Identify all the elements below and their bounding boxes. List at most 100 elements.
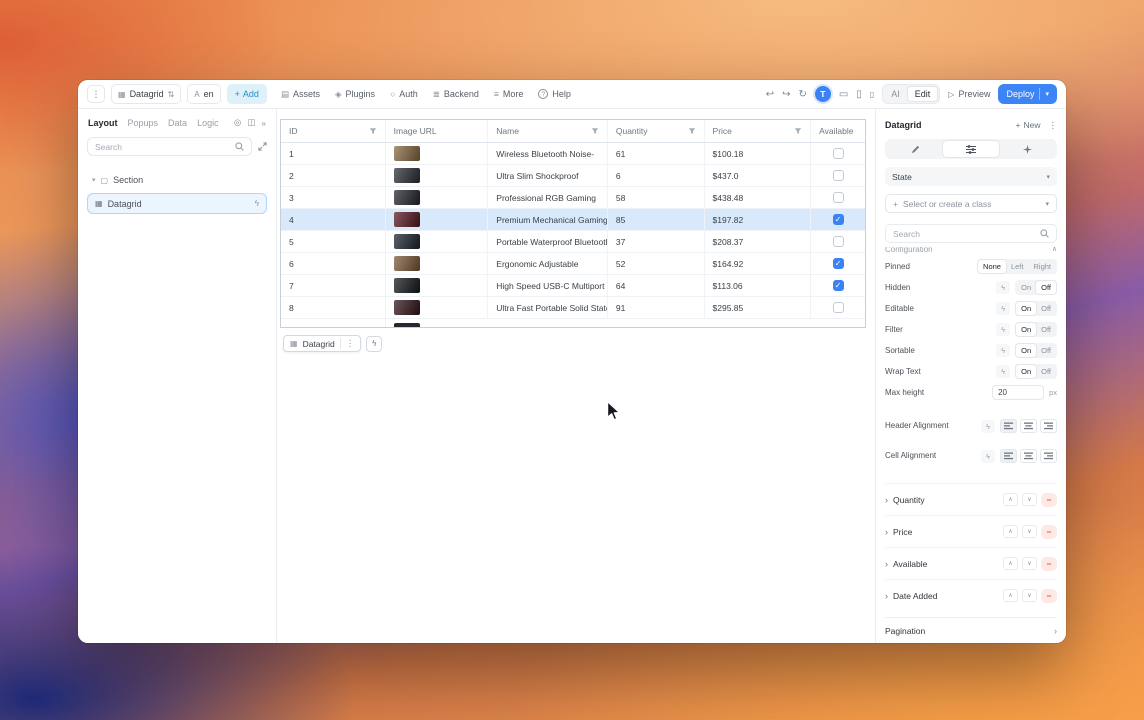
bind-icon[interactable]: ϟ [981,419,995,433]
main-menu-button[interactable]: ⋮ [87,85,105,103]
inspector-search[interactable] [885,224,1057,243]
language-selector[interactable]: A en [187,84,221,104]
move-down-button[interactable]: ∨ [1022,589,1037,602]
filter-icon[interactable] [794,127,802,135]
class-selector[interactable]: + Select or create a class ▾ [885,194,1057,213]
move-up-button[interactable]: ∧ [1003,557,1018,570]
align-left-button[interactable] [1000,449,1017,463]
sidebar-search-input[interactable] [95,141,231,152]
filter-on-button[interactable]: On [1016,323,1037,336]
filter-off-button[interactable]: Off [1036,323,1056,336]
canvas[interactable]: ID Image URL Name Quantity Price Available 1 W… [277,109,875,643]
sidebar-search[interactable] [87,137,252,156]
menu-backend[interactable]: ≣ Backend [433,89,479,100]
menu-plugins[interactable]: ◈ Plugins [335,89,375,100]
menu-auth[interactable]: ○ Auth [390,89,418,99]
move-down-button[interactable]: ∨ [1022,493,1037,506]
tab-edit[interactable] [887,141,943,157]
column-header-quantity[interactable]: Quantity [606,120,704,142]
refresh-icon[interactable]: ↻ [799,89,807,100]
tab-style[interactable] [999,141,1055,157]
availability-checkbox[interactable] [832,148,844,159]
desktop-device-icon[interactable]: ▭ [839,89,848,100]
ai-mode-button[interactable]: AI [884,86,907,102]
edit-mode-button[interactable]: Edit [906,86,939,102]
availability-checkbox[interactable]: ✓ [832,280,844,291]
move-down-button[interactable]: ∨ [1022,525,1037,538]
remove-column-button[interactable]: − [1041,588,1057,603]
column-section-quantity[interactable]: › Quantity ∧ ∨ − [885,483,1057,515]
deploy-button[interactable]: Deploy ▾ [998,84,1057,104]
menu-more[interactable]: ≡ More [494,89,523,99]
grid-row-5[interactable]: 5 Portable Waterproof Bluetooth 37 $208.37 [281,231,865,253]
column-section-price[interactable]: › Price ∧ ∨ − [885,515,1057,547]
pinned-option-right[interactable]: Right [1028,260,1056,273]
move-up-button[interactable]: ∧ [1003,525,1018,538]
move-down-button[interactable]: ∨ [1022,557,1037,570]
max-height-input[interactable] [992,385,1045,400]
collapse-sidebar-icon[interactable]: » [261,118,266,128]
configuration-section-header[interactable]: Configuration ∧ [885,247,1057,256]
editable-off-button[interactable]: Off [1036,302,1056,315]
filter-icon[interactable] [369,127,377,135]
sortable-on-button[interactable]: On [1016,344,1037,357]
menu-help[interactable]: ? Help [538,89,571,99]
grid-row-8[interactable]: 8 Ultra Fast Portable Solid State 91 $295.8… [281,297,865,319]
bind-icon[interactable]: ϟ [996,365,1011,378]
add-button[interactable]: + Add [226,84,267,104]
hidden-on-button[interactable]: On [1016,281,1036,294]
availability-checkbox[interactable] [832,302,844,313]
column-section-available[interactable]: › Available ∧ ∨ − [885,547,1057,579]
menu-assets[interactable]: ▤ Assets [281,89,320,100]
selected-element-chip[interactable]: ▦ Datagrid ⋮ [283,335,362,352]
tree-item-section[interactable]: ▾ ▢ Section [87,171,267,189]
move-up-button[interactable]: ∧ [1003,589,1018,602]
sidebar-tab-layout[interactable]: Layout [88,118,118,128]
target-icon[interactable]: ◎ [234,117,241,128]
sidebar-tab-popups[interactable]: Popups [128,118,159,128]
filter-icon[interactable] [688,127,696,135]
tablet-device-icon[interactable]: ▯ [856,89,862,100]
column-header-price[interactable]: Price [703,120,811,142]
align-center-button[interactable] [1020,419,1037,433]
column-header-image-url[interactable]: Image URL [384,120,488,142]
new-button[interactable]: + New [1016,120,1041,130]
expand-icon[interactable] [258,142,267,151]
column-header-id[interactable]: ID [281,120,385,142]
undo-icon[interactable]: ↩ [766,89,774,100]
user-avatar[interactable]: T [814,86,831,102]
element-selector[interactable]: ▦ Datagrid ⇅ [111,84,182,104]
bind-icon[interactable]: ϟ [996,344,1011,357]
redo-icon[interactable]: ↪ [782,89,790,100]
wrap-text-on-button[interactable]: On [1016,365,1037,378]
grid-row-7[interactable]: 7 High Speed USB-C Multiport 64 $113.06 ✓ [281,275,865,297]
sidebar-tab-logic[interactable]: Logic [197,118,219,128]
editable-on-button[interactable]: On [1016,302,1037,315]
chip-menu-icon[interactable]: ⋮ [339,338,354,349]
grid-row-1[interactable]: 1 Wireless Bluetooth Noise- 61 $100.18 [281,143,865,165]
align-left-button[interactable] [1000,419,1017,433]
remove-column-button[interactable]: − [1041,556,1057,571]
remove-column-button[interactable]: − [1041,492,1057,507]
availability-checkbox[interactable] [832,170,844,181]
column-section-date-added[interactable]: › Date Added ∧ ∨ − [885,579,1057,611]
state-dropdown[interactable]: State ▾ [885,167,1057,186]
pagination-row[interactable]: Pagination › [885,617,1057,643]
pinned-option-left[interactable]: Left [1006,260,1029,273]
pinned-option-none[interactable]: None [978,260,1006,273]
preview-button[interactable]: ▷ Preview [948,89,990,99]
tree-item-datagrid[interactable]: ▦ Datagrid ϟ [87,193,267,214]
align-center-button[interactable] [1020,449,1037,463]
grid-row-2[interactable]: 2 Ultra Slim Shockproof 6 $437.0 [281,165,865,187]
chip-action-button[interactable]: ϟ [366,335,383,352]
bind-icon[interactable]: ϟ [981,449,995,463]
availability-checkbox[interactable]: ✓ [832,214,844,225]
bind-icon[interactable]: ϟ [255,199,259,208]
availability-checkbox[interactable]: ✓ [832,258,844,269]
datagrid-element[interactable]: ID Image URL Name Quantity Price Available 1 W… [280,119,866,328]
hidden-off-button[interactable]: Off [1036,281,1056,294]
align-right-button[interactable] [1040,419,1057,433]
wrap-text-off-button[interactable]: Off [1036,365,1056,378]
tab-settings[interactable] [943,141,999,157]
panel-icon[interactable]: ◫ [247,117,255,128]
